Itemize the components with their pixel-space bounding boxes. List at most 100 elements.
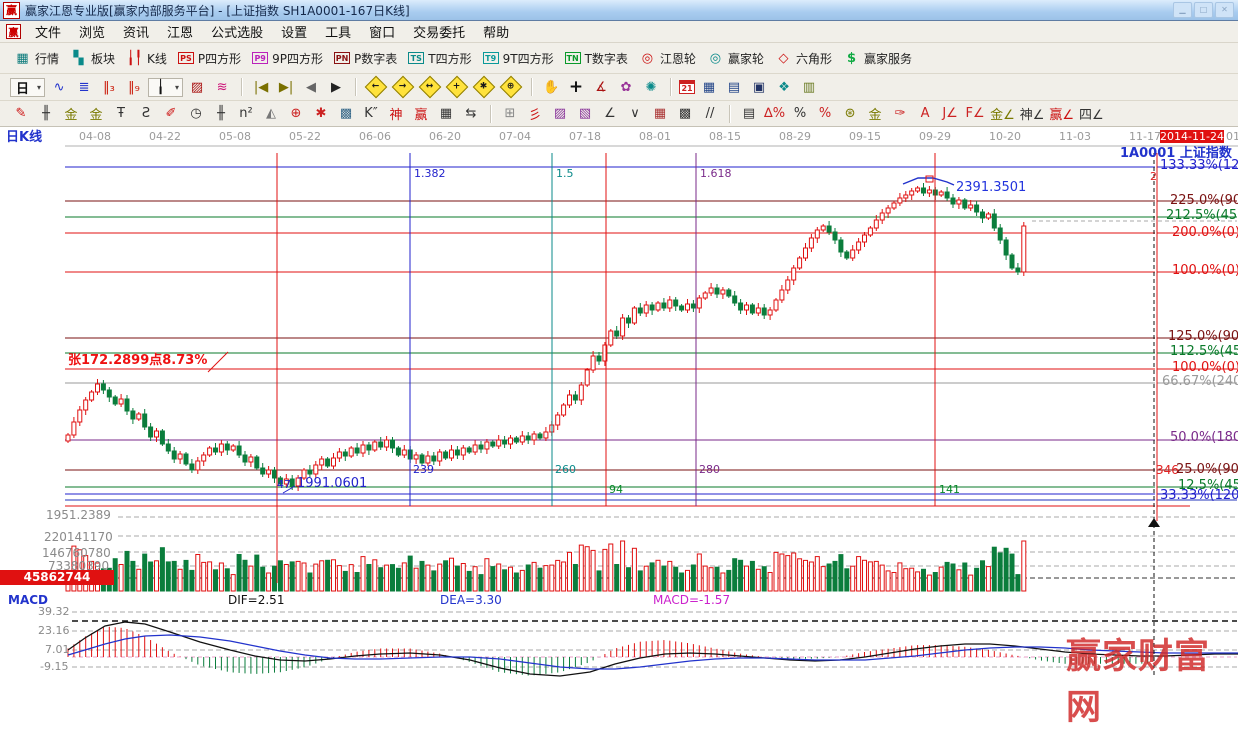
menu-file[interactable]: 文件 [26, 20, 70, 43]
network-sync-button[interactable]: ❖ [773, 77, 795, 97]
delta-percent-tool[interactable]: ∆% [763, 104, 786, 124]
hexagon-button[interactable]: ◇六角形 [771, 49, 836, 68]
memo-button[interactable]: ▤ [723, 77, 745, 97]
n-square-tool[interactable]: n² [235, 104, 257, 124]
gold-circle-tool[interactable]: ⊛ [839, 104, 861, 124]
menu-news[interactable]: 资讯 [114, 20, 158, 43]
expand-all-button[interactable]: ✱ [473, 76, 496, 99]
brush-tool[interactable]: ✎ [10, 104, 32, 124]
peak-price-label: 2391.3501 [956, 181, 1026, 195]
f-ruler-tool[interactable]: Ŧ [110, 104, 132, 124]
web-grid-tool[interactable]: ▩ [335, 104, 357, 124]
f-angle-tool[interactable]: F∠ [964, 104, 986, 124]
menu-browse[interactable]: 浏览 [70, 20, 114, 43]
close-button[interactable]: ✕ [1215, 2, 1234, 18]
black-grid-tool[interactable]: ▩ [674, 104, 696, 124]
kline-chart-area[interactable] [0, 127, 1238, 678]
ying-ruler-tool[interactable]: 赢 [410, 104, 432, 124]
remote-assist-button[interactable]: ▥ [798, 77, 820, 97]
percent-line-tool[interactable]: % [814, 104, 836, 124]
p-number-table-button[interactable]: PNP数字表 [330, 49, 401, 68]
grid-123-tool[interactable]: ▦ [435, 104, 457, 124]
circle-cross-tool[interactable]: ⊕ [285, 104, 307, 124]
shaded-box-tool-1[interactable]: ▨ [549, 104, 571, 124]
crosshair-tool[interactable]: + [565, 77, 587, 97]
shen-angle-tool[interactable]: 神∠ [1019, 104, 1046, 124]
winner-wheel-button[interactable]: ◎赢家轮 [703, 49, 768, 68]
shaded-box-tool-2[interactable]: ▧ [574, 104, 596, 124]
nine-bar-chart-icon[interactable]: ‖₉ [123, 77, 145, 97]
k-mark-tool[interactable]: K″ [360, 104, 382, 124]
maximize-button[interactable]: □ [1194, 2, 1213, 18]
angle-lines-tool[interactable]: ∠ [599, 104, 621, 124]
menu-settings[interactable]: 设置 [272, 20, 316, 43]
calendar-button[interactable]: 21 [679, 80, 695, 94]
percent-tool[interactable]: % [789, 104, 811, 124]
v-lines-tool[interactable]: ∨ [624, 104, 646, 124]
a-wave-tool[interactable]: A [914, 104, 936, 124]
kline-button[interactable]: ╽╿K线 [122, 49, 171, 68]
fan-lines-tool[interactable]: 彡 [524, 104, 546, 124]
spiral-ruler-tool[interactable]: Ƨ [135, 104, 157, 124]
calculator-button[interactable]: ▦ [698, 77, 720, 97]
spiral-pattern-tool[interactable]: ✺ [640, 77, 662, 97]
candle-style-dropdown[interactable]: ╽▾ [148, 78, 183, 97]
quotes-button[interactable]: ▦行情 [10, 49, 63, 68]
gold-level-tool[interactable]: 金 [864, 104, 886, 124]
flower-pattern-tool[interactable]: ✿ [615, 77, 637, 97]
info-panel-icon[interactable]: ≣ [73, 77, 95, 97]
j-angle-tool[interactable]: J∠ [939, 104, 961, 124]
p-square-button[interactable]: PSP四方形 [174, 49, 245, 68]
frame-tool[interactable]: ⊞ [499, 104, 521, 124]
angle-shape-tool[interactable]: ◭ [260, 104, 282, 124]
shift-right-button[interactable]: → [392, 76, 415, 99]
hand-pan-tool[interactable]: ✋ [540, 77, 562, 97]
red-grid-pattern-icon[interactable]: ▨ [186, 77, 208, 97]
minimize-button[interactable]: ▁ [1173, 2, 1192, 18]
pencil-measure-tool[interactable]: ✐ [160, 104, 182, 124]
span-arrows-tool[interactable]: ⇆ [460, 104, 482, 124]
gann-circle-tool[interactable]: ◷ [185, 104, 207, 124]
four-angle-tool[interactable]: 四∠ [1078, 104, 1105, 124]
trend-line-chart-icon[interactable]: ∿ [48, 77, 70, 97]
sectors-button[interactable]: ▚板块 [66, 49, 119, 68]
three-bar-chart-icon[interactable]: ‖₃ [98, 77, 120, 97]
center-view-button[interactable]: ⊕ [500, 76, 523, 99]
gold-ruler-tool-1[interactable]: 金 [60, 104, 82, 124]
nav-next-button[interactable]: ▶ [325, 77, 347, 97]
stats-table-tool[interactable]: ▤ [738, 104, 760, 124]
parallel-lines-tool[interactable]: // [699, 104, 721, 124]
compress-view-button[interactable]: + [446, 76, 469, 99]
menu-formula-stock-pick[interactable]: 公式选股 [202, 20, 272, 43]
shen-ruler-tool[interactable]: 神 [385, 104, 407, 124]
red-grid-tool[interactable]: ▦ [649, 104, 671, 124]
expand-horizontal-button[interactable]: ↔ [419, 76, 442, 99]
shift-left-button[interactable]: ← [365, 76, 388, 99]
menu-window[interactable]: 窗口 [360, 20, 404, 43]
tick-scale-tool[interactable]: ╫ [210, 104, 232, 124]
menu-tools[interactable]: 工具 [316, 20, 360, 43]
winner-wheel-button-icon: ◎ [707, 51, 724, 66]
menu-help[interactable]: 帮助 [474, 20, 518, 43]
t-square-button[interactable]: TST四方形 [404, 49, 475, 68]
p9-square-button[interactable]: P99P四方形 [248, 49, 327, 68]
volume-distribution-icon[interactable]: ≋ [211, 77, 233, 97]
period-dropdown[interactable]: 日▾ [10, 78, 45, 97]
nav-first-button[interactable]: |◀ [250, 77, 272, 97]
ying-angle-tool[interactable]: 赢∠ [1048, 104, 1075, 124]
gann-wheel-button[interactable]: ◎江恩轮 [635, 49, 700, 68]
gold-angle-tool[interactable]: 金∠ [989, 104, 1016, 124]
t-number-table-button[interactable]: TNT数字表 [561, 49, 632, 68]
star-web-tool[interactable]: ✱ [310, 104, 332, 124]
nav-prev-button[interactable]: ◀ [300, 77, 322, 97]
nav-last-button[interactable]: ▶| [275, 77, 297, 97]
save-button[interactable]: ▣ [748, 77, 770, 97]
menu-gann[interactable]: 江恩 [158, 20, 202, 43]
t9-square-button[interactable]: T99T四方形 [479, 49, 558, 68]
menu-trade-order[interactable]: 交易委托 [404, 20, 474, 43]
winner-service-button[interactable]: $赢家服务 [839, 49, 916, 68]
tick-ruler-tool[interactable]: ╫ [35, 104, 57, 124]
ink-pen-tool[interactable]: ✑ [889, 104, 911, 124]
gold-ruler-tool-2[interactable]: 金 [85, 104, 107, 124]
angle-measure-tool[interactable]: ∡ [590, 77, 612, 97]
